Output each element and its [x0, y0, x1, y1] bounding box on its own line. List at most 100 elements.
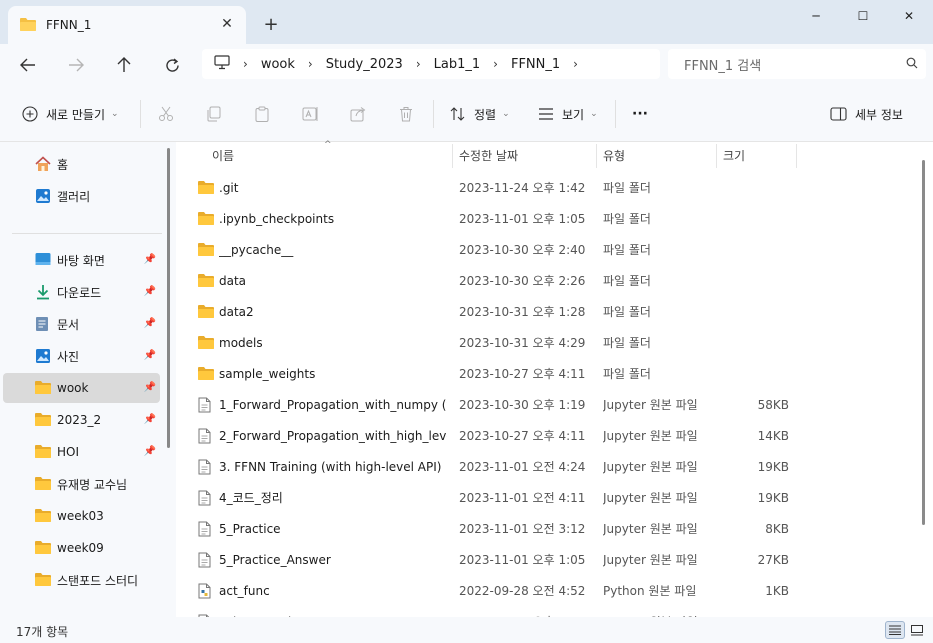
pin-icon[interactable]: 📌 [144, 446, 156, 457]
sidebar-item-gallery[interactable]: 갤러리 [3, 181, 160, 211]
sidebar-item-week09[interactable]: week09 [3, 533, 160, 563]
sidebar-item-stanford[interactable]: 스탠포드 스터디 [3, 565, 160, 595]
tab-close-button[interactable]: ✕ [218, 15, 236, 33]
details-pane-button[interactable]: 세부 정보 [830, 102, 903, 126]
breadcrumb-wook[interactable]: wook [261, 57, 295, 72]
maximize-button[interactable]: ☐ [840, 2, 886, 30]
sidebar-item-professor[interactable]: 유재명 교수님 [3, 469, 160, 499]
pin-icon[interactable]: 📌 [144, 382, 156, 393]
search-input[interactable]: FFNN_1 검색 [684, 55, 761, 74]
pin-icon[interactable]: 📌 [144, 254, 156, 265]
file-row[interactable]: 4_코드_정리 2023-11-01 오전 4:11 Jupyter 원본 파일 19… [176, 482, 916, 513]
sidebar-item-home[interactable]: 홈 [3, 149, 160, 179]
chevron-right-icon[interactable]: › [493, 57, 498, 71]
sidebar-item-downloads[interactable]: 다운로드 📌 [3, 277, 160, 307]
chevron-right-icon[interactable]: › [573, 57, 578, 71]
divider [140, 100, 141, 128]
sidebar-item-desktop[interactable]: 바탕 화면 📌 [3, 245, 160, 275]
sidebar-item-wook[interactable]: wook 📌 [3, 373, 160, 403]
file-row[interactable]: models 2023-10-31 오후 4:29 파일 폴더 [176, 327, 916, 358]
file-icon [198, 552, 211, 571]
back-button[interactable] [14, 52, 42, 78]
file-date: 2023-10-30 오후 2:40 [459, 243, 586, 257]
navigation-pane: 홈 갤러리 바탕 화면 📌 다운로드 📌 문서 📌 사진 📌 wook 📌 20… [0, 142, 176, 617]
file-type: Jupyter 원본 파일 [603, 460, 698, 474]
close-button[interactable]: ✕ [886, 2, 932, 30]
file-row[interactable]: 1_Forward_Propagation_with_numpy (wi... 2… [176, 389, 916, 420]
column-divider[interactable] [452, 144, 453, 168]
column-divider[interactable] [796, 144, 797, 168]
folder-icon [198, 242, 214, 259]
file-row[interactable]: data 2023-10-30 오후 2:26 파일 폴더 [176, 265, 916, 296]
file-row[interactable]: 2_Forward_Propagation_with_high_level_..… [176, 420, 916, 451]
folder-icon [35, 476, 51, 493]
sidebar-item-hoi[interactable]: HOI 📌 [3, 437, 160, 467]
pin-icon[interactable]: 📌 [144, 350, 156, 361]
paste-button[interactable] [254, 102, 270, 126]
sidebar-item-pictures[interactable]: 사진 📌 [3, 341, 160, 371]
up-button[interactable] [110, 52, 138, 78]
tab-active[interactable]: FFNN_1 ✕ [8, 6, 246, 44]
chevron-down-icon: ⌄ [590, 109, 598, 119]
chevron-right-icon[interactable]: › [308, 57, 313, 71]
file-icon [198, 397, 211, 416]
file-name: 2_Forward_Propagation_with_high_level_..… [219, 428, 447, 443]
column-header-date[interactable]: 수정한 날짜 [459, 142, 518, 168]
file-date: 2023-11-01 오전 4:24 [459, 460, 586, 474]
sidebar-item-label: 사진 [57, 349, 80, 364]
column-header-type[interactable]: 유형 [603, 142, 625, 168]
sort-button[interactable]: 정렬 ⌄ [450, 102, 510, 126]
cut-button[interactable] [158, 102, 174, 126]
chevron-right-icon[interactable]: › [243, 57, 248, 71]
new-tab-button[interactable]: + [260, 13, 282, 35]
more-options-button[interactable]: ··· [632, 102, 648, 126]
refresh-button[interactable] [158, 52, 186, 78]
rename-button[interactable] [302, 102, 319, 126]
minimize-button[interactable]: ─ [793, 2, 839, 30]
file-row[interactable]: data2 2023-10-31 오후 1:28 파일 폴더 [176, 296, 916, 327]
sidebar-scrollbar[interactable] [167, 148, 170, 448]
file-list-scrollbar[interactable] [922, 160, 925, 525]
details-view-button[interactable] [885, 621, 905, 639]
file-row[interactable]: 5_Practice 2023-11-01 오전 3:12 Jupyter 원본 파… [176, 513, 916, 544]
address-bar[interactable]: › wook › Study_2023 › Lab1_1 › FFNN_1 › [202, 49, 660, 79]
file-row[interactable]: act_func 2022-09-28 오전 4:52 Python 원본 파일 1K… [176, 575, 916, 606]
copy-button[interactable] [206, 102, 222, 126]
file-row[interactable]: .git 2023-11-24 오후 1:42 파일 폴더 [176, 172, 916, 203]
forward-button[interactable] [62, 52, 90, 78]
chevron-right-icon[interactable]: › [416, 57, 421, 71]
sidebar-item-label: 2023_2 [57, 413, 102, 427]
file-row[interactable]: .ipynb_checkpoints 2023-11-01 오후 1:05 파일 폴… [176, 203, 916, 234]
share-button[interactable] [350, 102, 366, 126]
sidebar-item-documents[interactable]: 문서 📌 [3, 309, 160, 339]
search-box[interactable]: FFNN_1 검색 [668, 49, 926, 79]
divider [615, 100, 616, 128]
file-row[interactable]: sample_weights 2023-10-27 오후 4:11 파일 폴더 [176, 358, 916, 389]
sort-button-label: 정렬 [474, 107, 497, 122]
delete-button[interactable] [398, 102, 414, 126]
file-row[interactable]: 3. FFNN Training (with high-level API) 20… [176, 451, 916, 482]
column-divider[interactable] [596, 144, 597, 168]
column-header-name[interactable]: 이름 [212, 142, 234, 168]
file-type: 파일 폴더 [603, 243, 651, 257]
breadcrumb-ffnn[interactable]: FFNN_1 [511, 57, 560, 72]
column-divider[interactable] [716, 144, 717, 168]
refresh-icon [165, 57, 179, 72]
file-icon [198, 521, 211, 540]
file-row[interactable]: 5_Practice_Answer 2023-11-01 오후 1:05 Jupyt… [176, 544, 916, 575]
pin-icon[interactable]: 📌 [144, 286, 156, 297]
sidebar-item-week03[interactable]: week03 [3, 501, 160, 531]
new-button[interactable]: 새로 만들기 ⌄ [22, 102, 119, 126]
breadcrumb-study[interactable]: Study_2023 [326, 57, 403, 72]
clipboard-icon [255, 106, 269, 122]
large-icons-view-button[interactable] [907, 621, 927, 639]
breadcrumb-lab[interactable]: Lab1_1 [434, 57, 481, 72]
column-header-size[interactable]: 크기 [723, 142, 745, 168]
view-button[interactable]: 보기 ⌄ [538, 102, 598, 126]
pin-icon[interactable]: 📌 [144, 414, 156, 425]
computer-icon[interactable] [214, 55, 230, 73]
file-size: 58KB [757, 397, 789, 412]
sidebar-item-2023-2[interactable]: 2023_2 📌 [3, 405, 160, 435]
file-row[interactable]: __pycache__ 2023-10-30 오후 2:40 파일 폴더 [176, 234, 916, 265]
pin-icon[interactable]: 📌 [144, 318, 156, 329]
